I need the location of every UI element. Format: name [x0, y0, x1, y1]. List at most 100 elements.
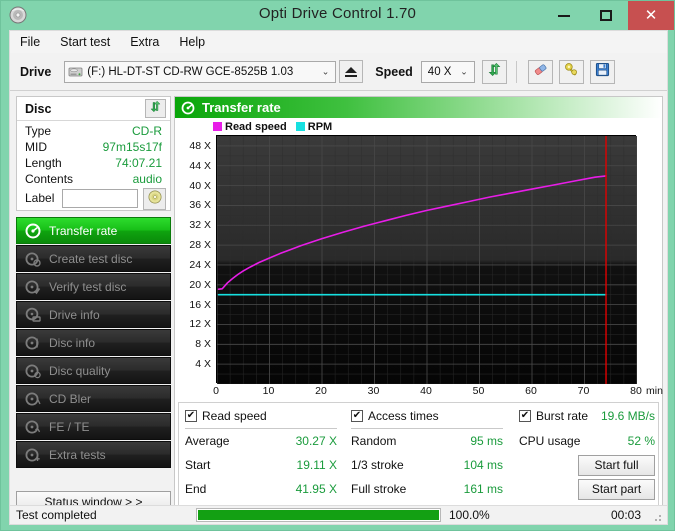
- chart-y-axis: 4 X8 X12 X16 X20 X24 X28 X32 X36 X40 X44…: [175, 135, 214, 383]
- stat-value: 52 %: [628, 434, 655, 448]
- stat-value: 19.11 X: [297, 458, 337, 472]
- sidebar-item-drive-info[interactable]: Drive info: [16, 301, 171, 328]
- sidebar-item-cd-bler[interactable]: CD Bler: [16, 385, 171, 412]
- speed-disc-icon: [25, 223, 41, 239]
- status-message: Test completed: [16, 508, 196, 522]
- refresh-icon: [487, 62, 502, 82]
- erase-icon: [533, 62, 548, 82]
- sidebar-item-create-test-disc[interactable]: Create test disc: [16, 245, 171, 272]
- stat-key: End: [185, 482, 206, 496]
- access-times-header: ✔ Access times: [351, 407, 503, 425]
- sidebar-item-disc-info[interactable]: Disc info: [16, 329, 171, 356]
- disc-refresh-button[interactable]: [145, 99, 166, 118]
- stat-key: Average: [185, 434, 229, 448]
- title-bar: Opti Drive Control 1.70 ✕: [1, 1, 674, 30]
- disc-icon: [148, 190, 162, 209]
- disc-row-contents: Contents audio: [17, 172, 170, 189]
- sidebar-label: Disc quality: [49, 364, 110, 378]
- legend-label-rpm: RPM: [308, 121, 332, 133]
- stat-value: 104 ms: [464, 458, 503, 472]
- drive-select[interactable]: (F:) HL-DT-ST CD-RW GCE-8525B 1.03 ⌄: [64, 61, 336, 83]
- speed-select[interactable]: 40 X ⌄: [421, 61, 475, 83]
- chart-plot-area[interactable]: [216, 135, 636, 383]
- stat-value: 161 ms: [464, 482, 503, 496]
- tools-button[interactable]: [559, 60, 584, 84]
- burst-rate-title: Burst rate: [536, 409, 588, 423]
- x-tick-label: 60: [525, 385, 537, 397]
- start-full-button[interactable]: Start full: [578, 455, 655, 476]
- x-tick-label: 50: [473, 385, 485, 397]
- legend-swatch-rpm: [296, 122, 305, 131]
- start-part-button[interactable]: Start part: [578, 479, 655, 500]
- start-part-row: Start part: [519, 477, 655, 501]
- stat-row-average: Average 30.27 X: [185, 429, 337, 453]
- burst-rate-value: 19.6 MB/s: [601, 409, 655, 423]
- speed-disc-icon: [181, 101, 195, 115]
- burst-rate-checkbox[interactable]: ✔: [519, 410, 531, 422]
- maximize-button[interactable]: [584, 1, 628, 30]
- chevron-down-icon: ⌄: [460, 66, 468, 77]
- close-button[interactable]: ✕: [628, 1, 674, 30]
- y-tick-label: 32 X: [189, 219, 211, 231]
- start-full-row: Start full: [519, 453, 655, 477]
- progress-bar-fill: [198, 510, 439, 520]
- stat-row-end: End 41.95 X: [185, 477, 337, 501]
- chart-panel: Transfer rate Read speed RPM 4 X8 X12 X1…: [174, 96, 663, 516]
- sidebar-label: Disc info: [49, 336, 95, 350]
- sidebar-item-transfer-rate[interactable]: Transfer rate: [16, 217, 171, 244]
- menu-item-file[interactable]: File: [10, 33, 50, 51]
- stats-read-speed-column: ✔ Read speed Average 30.27 X Start 19.11…: [185, 407, 337, 501]
- disc-value-type: CD-R: [132, 124, 162, 138]
- disc-key-mid: MID: [25, 140, 47, 154]
- x-tick-label: 10: [263, 385, 275, 397]
- disc-value-length: 74:07.21: [115, 156, 162, 170]
- refresh-speed-button[interactable]: [482, 60, 507, 84]
- sidebar-label: Transfer rate: [49, 224, 117, 238]
- resize-grip[interactable]: [652, 510, 663, 521]
- stat-row-full-stroke: Full stroke 161 ms: [351, 477, 503, 501]
- menu-item-help[interactable]: Help: [169, 33, 215, 51]
- disc-key-contents: Contents: [25, 172, 73, 186]
- toolbar-separator: [516, 61, 517, 83]
- menu-bar: File Start test Extra Help: [9, 30, 668, 53]
- sidebar-label: Verify test disc: [49, 280, 126, 294]
- stat-key: Start: [185, 458, 210, 472]
- app-window: Opti Drive Control 1.70 ✕ File Start tes…: [0, 0, 675, 531]
- disc-bler-icon: [25, 391, 41, 407]
- close-icon: ✕: [645, 8, 658, 23]
- menu-item-start-test[interactable]: Start test: [50, 33, 120, 51]
- x-tick-label: 0: [213, 385, 219, 397]
- chart-legend: Read speed RPM: [213, 120, 332, 133]
- disc-key-type: Type: [25, 124, 51, 138]
- erase-disc-button[interactable]: [528, 60, 553, 84]
- chart-title: Transfer rate: [202, 100, 281, 115]
- save-button[interactable]: [590, 60, 615, 84]
- sidebar-item-disc-quality[interactable]: Disc quality: [16, 357, 171, 384]
- disc-key-length: Length: [25, 156, 62, 170]
- access-times-checkbox[interactable]: ✔: [351, 410, 363, 422]
- sidebar-item-verify-test-disc[interactable]: Verify test disc: [16, 273, 171, 300]
- y-tick-label: 40 X: [189, 180, 211, 192]
- stats-panel: ✔ Read speed Average 30.27 X Start 19.11…: [178, 402, 659, 512]
- progress-bar: [196, 508, 441, 522]
- disc-label-row: Label: [17, 189, 170, 211]
- drive-value: (F:) HL-DT-ST CD-RW GCE-8525B 1.03: [87, 66, 293, 78]
- disc-info-icon: [25, 335, 41, 351]
- menu-item-extra[interactable]: Extra: [120, 33, 169, 51]
- stat-value: 30.27 X: [296, 434, 337, 448]
- read-speed-checkbox[interactable]: ✔: [185, 410, 197, 422]
- disc-label-button[interactable]: [143, 188, 166, 210]
- disc-check-icon: [25, 279, 41, 295]
- sidebar-item-fe-te[interactable]: FE / TE: [16, 413, 171, 440]
- stats-burst-rate-column: ✔ Burst rate 19.6 MB/s CPU usage 52 % St…: [519, 407, 655, 501]
- sidebar-item-extra-tests[interactable]: Extra tests: [16, 441, 171, 468]
- sidebar-nav: Transfer rate Create test disc Verify te…: [16, 217, 171, 469]
- disc-label-input[interactable]: [62, 189, 138, 208]
- chart-canvas: [216, 135, 636, 383]
- stat-key: Random: [351, 434, 396, 448]
- y-tick-label: 16 X: [189, 299, 211, 311]
- eject-button[interactable]: [339, 60, 363, 83]
- read-speed-header: ✔ Read speed: [185, 407, 337, 425]
- minimize-button[interactable]: [542, 1, 586, 30]
- x-tick-label: 20: [315, 385, 327, 397]
